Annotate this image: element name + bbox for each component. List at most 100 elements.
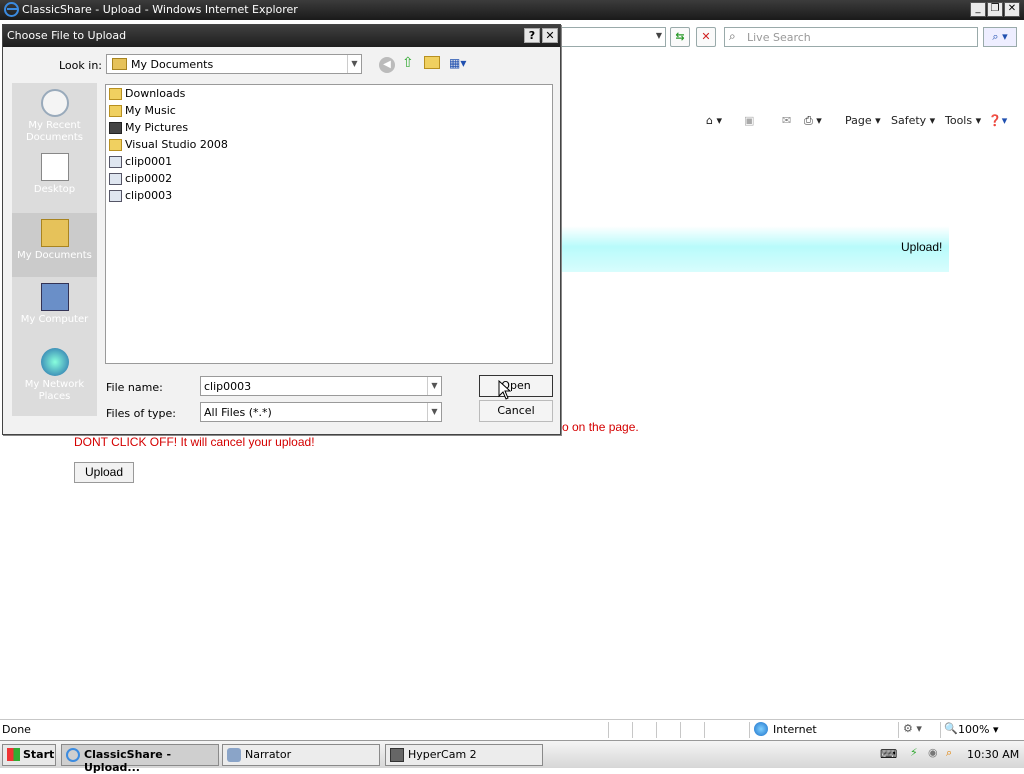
file-type-value: All Files (*.*) [204, 406, 272, 419]
file-list[interactable]: Downloads My Music My Pictures Visual St… [105, 84, 553, 364]
address-bar[interactable]: ▼ [560, 27, 666, 47]
list-item[interactable]: Visual Studio 2008 [109, 137, 228, 153]
windows-logo-icon [7, 748, 20, 761]
tools-menu[interactable]: Tools ▾ [945, 114, 981, 127]
command-bar: ⌂ ▾ ▣ ✉ ⎙ ▾ Page ▾ Safety ▾ Tools ▾ ❓▾ [560, 110, 1024, 132]
hypercam-icon [390, 748, 404, 762]
task-classicshare[interactable]: ClassicShare - Upload... [61, 744, 219, 774]
network-places-icon [40, 348, 69, 376]
refresh-icon[interactable]: ⇆ [670, 27, 690, 47]
music-folder-icon [109, 105, 122, 117]
safety-menu[interactable]: Safety ▾ [891, 114, 935, 127]
globe-icon [754, 722, 768, 736]
keyboard-icon[interactable]: ⌨ [880, 747, 897, 761]
desktop-icon [40, 153, 69, 181]
video-file-icon [109, 190, 122, 202]
start-label: Start [23, 748, 55, 761]
zone-label: Internet [773, 723, 817, 736]
search-icon: ⌕ [729, 29, 736, 43]
file-name-input[interactable]: clip0003 ▼ [200, 376, 442, 396]
computer-icon [40, 283, 69, 311]
search-placeholder: Live Search [747, 31, 811, 44]
look-in-label: Look in: [59, 59, 102, 72]
list-item[interactable]: My Pictures [109, 120, 188, 136]
file-upload-dialog: Choose File to Upload ? ✕ Look in: My Do… [2, 24, 561, 435]
search-input[interactable]: ⌕ Live Search [724, 27, 978, 47]
place-desktop[interactable]: Desktop [12, 153, 97, 196]
start-button[interactable]: Start [2, 744, 56, 766]
task-narrator[interactable]: Narrator [222, 744, 380, 766]
place-my-computer[interactable]: My Computer [12, 283, 97, 326]
restore-button[interactable]: ❐ [987, 2, 1003, 17]
my-documents-icon [112, 58, 127, 70]
chevron-down-icon[interactable]: ▼ [347, 55, 361, 73]
task-label: Narrator [245, 748, 292, 761]
video-file-icon [109, 156, 122, 168]
chevron-down-icon[interactable]: ▼ [427, 377, 441, 395]
view-menu-icon[interactable]: ▦▾ [449, 56, 466, 70]
task-hypercam[interactable]: HyperCam 2 [385, 744, 543, 766]
folder-icon [109, 88, 122, 100]
chevron-down-icon[interactable]: ▼ [427, 403, 441, 421]
dialog-close-button[interactable]: ✕ [542, 28, 558, 43]
new-folder-icon[interactable] [424, 56, 440, 69]
zoom-level[interactable]: 100% ▾ [958, 723, 998, 736]
place-network[interactable]: My Network Places [12, 348, 97, 403]
mouse-cursor-icon [498, 380, 512, 400]
mail-icon[interactable]: ✉ [782, 114, 791, 127]
browser-title-bar: ClassicShare - Upload - Windows Internet… [0, 0, 1024, 20]
up-folder-icon[interactable]: ⇧ [402, 55, 414, 71]
address-dropdown-icon[interactable]: ▼ [656, 31, 662, 40]
search-tray-icon[interactable]: ⌕ [946, 746, 952, 760]
network-icon[interactable]: ⚡ [910, 746, 918, 759]
notice-text: o on the page. [562, 420, 639, 434]
recent-documents-icon [40, 89, 69, 117]
places-bar: My Recent Documents Desktop My Documents… [12, 83, 97, 416]
zoom-icon: 🔍 [944, 722, 958, 735]
warning-text: DONT CLICK OFF! It will cancel your uplo… [74, 435, 315, 449]
browser-title: ClassicShare - Upload - Windows Internet… [22, 3, 298, 16]
magnifier-icon: ⌕ ▾ [992, 30, 1008, 43]
list-item[interactable]: clip0002 [109, 171, 172, 187]
cancel-button[interactable]: Cancel [479, 400, 553, 422]
video-file-icon [109, 173, 122, 185]
back-icon[interactable]: ◀ [379, 57, 395, 73]
upload-button[interactable]: Upload [74, 462, 134, 483]
stop-icon[interactable]: ✕ [696, 27, 716, 47]
file-name-label: File name: [106, 381, 163, 394]
help-icon[interactable]: ❓▾ [988, 114, 1007, 127]
print-icon[interactable]: ⎙ ▾ [804, 114, 822, 128]
look-in-dropdown[interactable]: My Documents ▼ [106, 54, 362, 74]
volume-icon[interactable]: ◉ [928, 746, 938, 759]
list-item[interactable]: My Music [109, 103, 176, 119]
protected-mode-icon[interactable]: ⚙ ▾ [903, 722, 922, 735]
file-name-value: clip0003 [204, 380, 252, 393]
minimize-button[interactable]: _ [970, 2, 986, 17]
open-button[interactable]: Open [479, 375, 553, 397]
list-item[interactable]: clip0001 [109, 154, 172, 170]
banner-title: Upload! [901, 240, 943, 254]
look-in-value: My Documents [131, 58, 214, 71]
narrator-icon [227, 748, 241, 762]
internet-explorer-icon [66, 748, 80, 762]
close-button[interactable]: ✕ [1004, 2, 1020, 17]
dialog-title: Choose File to Upload [7, 29, 127, 42]
home-icon[interactable]: ⌂ ▾ [706, 114, 722, 127]
task-label: ClassicShare - Upload... [84, 748, 172, 774]
task-label: HyperCam 2 [408, 748, 477, 761]
clock[interactable]: 10:30 AM [967, 748, 1019, 761]
file-type-dropdown[interactable]: All Files (*.*) ▼ [200, 402, 442, 422]
feeds-icon[interactable]: ▣ [744, 114, 754, 127]
help-button[interactable]: ? [524, 28, 540, 43]
folder-icon [109, 139, 122, 151]
search-button[interactable]: ⌕ ▾ [983, 27, 1017, 47]
list-item[interactable]: clip0003 [109, 188, 172, 204]
list-item[interactable]: Downloads [109, 86, 185, 102]
page-menu[interactable]: Page ▾ [845, 114, 881, 127]
place-my-documents[interactable]: My Documents [12, 213, 97, 277]
status-text: Done [2, 723, 31, 736]
dialog-title-bar: Choose File to Upload ? ✕ [3, 25, 560, 47]
pictures-folder-icon [109, 122, 122, 134]
place-recent-documents[interactable]: My Recent Documents [12, 89, 97, 144]
taskbar: Start ClassicShare - Upload... Narrator … [0, 740, 1024, 774]
